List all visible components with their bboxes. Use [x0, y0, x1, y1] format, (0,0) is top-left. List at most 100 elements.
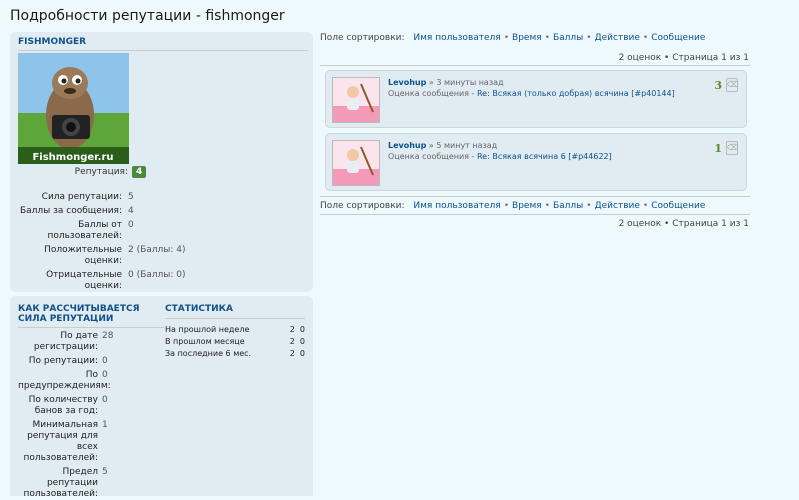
sort-by-username[interactable]: Имя пользователя — [413, 201, 500, 211]
calc-label: Предел репутации пользователей: — [23, 467, 98, 499]
stat-row-strength: Сила репутации: 5 — [18, 192, 308, 203]
page-title: Подробности репутации - fishmonger — [10, 8, 285, 24]
calc-label: По количеству банов за год: — [28, 395, 98, 416]
calc-row: По количеству банов за год: 0 — [18, 395, 164, 417]
calc-value: 0 — [102, 370, 108, 380]
stat-row-negative: Отрицательные оценки: 0 (Баллы: 0) — [18, 270, 308, 292]
statistics-label: В прошлом месяце — [165, 337, 245, 346]
calc-row: По репутации: 0 — [18, 356, 164, 367]
sort-by-time[interactable]: Время — [512, 33, 542, 43]
stat-value: 4 — [128, 206, 134, 216]
calc-value: 1 — [102, 420, 108, 430]
divider — [320, 65, 750, 66]
sort-by-username[interactable]: Имя пользователя — [413, 33, 500, 43]
sort-separator: • — [503, 33, 510, 43]
statistics-value-b: 0 — [299, 325, 305, 334]
calc-value: 28 — [102, 331, 114, 341]
statistics-label: На прошлой неделе — [165, 325, 250, 334]
sort-bar-top: Поле сортировки: Имя пользователя • Время… — [320, 33, 750, 43]
entry-post-ref[interactable]: [#p44622] — [568, 152, 611, 161]
calc-row: Минимальная репутация для всех пользоват… — [18, 420, 164, 464]
sort-label: Поле сортировки: — [320, 201, 405, 211]
statistics-row: На прошлой неделе 2 0 — [165, 325, 305, 334]
entry-post-ref[interactable]: [#p40144] — [631, 89, 674, 98]
entry-score: 1 — [714, 142, 722, 155]
entry-score: 3 — [714, 79, 722, 92]
avatar-caption: Fishmonger.ru — [32, 152, 113, 163]
trash-icon[interactable]: ⌫ — [726, 141, 738, 155]
pagination-bottom: 2 оценок • Страница 1 из 1 — [618, 219, 749, 229]
reputation-entry: Levohup » 5 минут назад Оценка сообщения… — [325, 133, 747, 191]
sort-separator: • — [586, 201, 592, 211]
sort-by-action[interactable]: Действие — [595, 201, 640, 211]
user-avatar-thumb[interactable] — [332, 77, 380, 123]
stat-value: 2 (Баллы: 4) — [128, 245, 186, 255]
calc-label: По репутации: — [28, 356, 98, 366]
statistics-value-a: 2 — [289, 325, 295, 334]
sort-by-post[interactable]: Сообщение — [651, 33, 705, 43]
stat-label: Положительные оценки: — [44, 245, 122, 266]
thumb-image — [333, 78, 379, 122]
calc-value: 5 — [102, 467, 108, 477]
entry-description: Оценка сообщения - Re: Всякая всячина 6 … — [388, 152, 612, 161]
calc-label: По предупреждениям: — [18, 370, 111, 391]
sort-by-post[interactable]: Сообщение — [651, 201, 705, 211]
user-avatar-thumb[interactable] — [332, 140, 380, 186]
entry-username[interactable]: Levohup — [388, 78, 426, 87]
entry-username[interactable]: Levohup — [388, 141, 426, 150]
stat-label: Сила репутации: — [41, 192, 122, 202]
reputation-badge: 4 — [132, 166, 147, 178]
entry-meta: Levohup » 5 минут назад — [388, 141, 497, 150]
calc-label: По дате регистрации: — [33, 331, 98, 352]
avatar-image: Fishmonger.ru — [18, 53, 129, 164]
thumb-image — [333, 141, 379, 185]
profile-panel: FISHMONGER Fishmonger.ru Репутация: 4 Си… — [10, 32, 313, 292]
entry-topic-link[interactable]: Re: Всякая (только добрая) всячина — [477, 89, 629, 98]
statistics-value-a: 2 — [289, 349, 295, 358]
statistics-value-b: 0 — [299, 337, 305, 346]
reputation-label: Репутация: — [74, 167, 128, 177]
sort-separator: • — [642, 33, 649, 43]
entry-topic-link[interactable]: Re: Всякая всячина 6 — [477, 152, 566, 161]
stat-row-post-points: Баллы за сообщения: 4 — [18, 206, 308, 217]
sort-separator: • — [544, 201, 550, 211]
sort-separator: • — [544, 33, 550, 43]
stat-value: 5 — [128, 192, 134, 202]
sort-bar-bottom: Поле сортировки: Имя пользователя • Время… — [320, 201, 750, 211]
stat-row-user-points: Баллы от пользователей: 0 — [18, 220, 308, 242]
stat-label: Баллы от пользователей: — [47, 220, 122, 241]
statistics-row: В прошлом месяце 2 0 — [165, 337, 305, 346]
entry-meta: Levohup » 3 минуты назад — [388, 78, 504, 87]
sort-separator: • — [503, 201, 510, 211]
calc-panel: КАК РАССЧИТЫВАЕТСЯ СИЛА РЕПУТАЦИИ По дат… — [10, 296, 313, 499]
stat-row-positive: Положительные оценки: 2 (Баллы: 4) — [18, 245, 308, 267]
stat-value: 0 (Баллы: 0) — [128, 270, 186, 280]
entry-prefix: Оценка сообщения - — [388, 89, 477, 98]
sort-by-action[interactable]: Действие — [595, 33, 640, 43]
divider — [320, 214, 750, 215]
statistics-label: За последние 6 мес. — [165, 349, 252, 358]
sort-separator: • — [586, 33, 592, 43]
reputation-row: Репутация: 4 — [18, 166, 308, 178]
reputation-entry: Levohup » 3 минуты назад Оценка сообщени… — [325, 70, 747, 128]
entry-time: » 3 минуты назад — [428, 78, 504, 87]
sort-by-points[interactable]: Баллы — [553, 201, 583, 211]
trash-icon[interactable]: ⌫ — [726, 78, 738, 92]
calc-value: 0 — [102, 395, 108, 405]
profile-username[interactable]: FISHMONGER — [18, 37, 308, 51]
entry-prefix: Оценка сообщения - — [388, 152, 477, 161]
stat-label: Баллы за сообщения: — [19, 206, 122, 216]
calc-label: Минимальная репутация для всех пользоват… — [23, 420, 98, 463]
avatar[interactable]: Fishmonger.ru — [18, 53, 129, 164]
calc-row: Предел репутации пользователей: 5 — [18, 467, 164, 500]
calc-heading: КАК РАССЧИТЫВАЕТСЯ СИЛА РЕПУТАЦИИ — [18, 304, 164, 328]
divider — [320, 196, 750, 197]
entry-time: » 5 минут назад — [428, 141, 498, 150]
statistics-heading: СТАТИСТИКА — [165, 304, 305, 319]
sort-by-time[interactable]: Время — [512, 201, 542, 211]
pagination-top: 2 оценок • Страница 1 из 1 — [618, 53, 749, 63]
statistics-value-b: 0 — [299, 349, 305, 358]
sort-label: Поле сортировки: — [320, 33, 405, 43]
reputation-stats: Сила репутации: 5 Баллы за сообщения: 4 … — [18, 192, 308, 295]
sort-by-points[interactable]: Баллы — [553, 33, 583, 43]
